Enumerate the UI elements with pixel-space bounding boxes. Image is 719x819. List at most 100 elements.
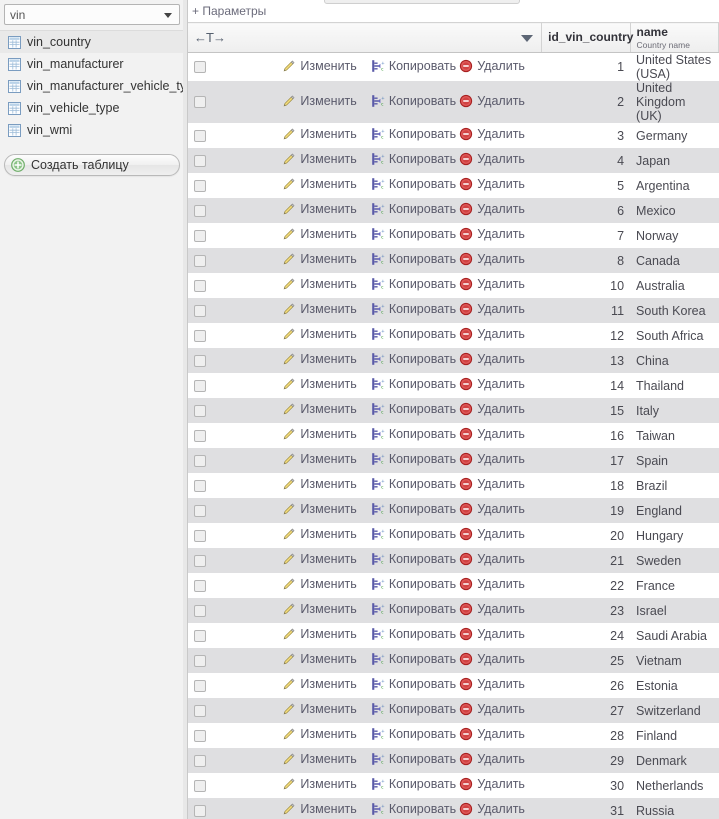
sidebar-table-item[interactable]: vin_wmi <box>0 119 187 141</box>
edit-row-link[interactable]: Изменить <box>282 277 357 291</box>
sort-direction-toggle[interactable]: ←T→ <box>194 30 226 45</box>
row-checkbox[interactable] <box>194 554 206 567</box>
delete-row-link[interactable]: Удалить <box>459 427 525 441</box>
edit-row-link[interactable]: Изменить <box>282 752 357 766</box>
column-header-id[interactable]: id_vin_country <box>541 22 633 53</box>
sidebar-table-item[interactable]: vin_manufacturer_vehicle_ty <box>0 75 187 97</box>
table-row[interactable]: Изменить + c Копировать Удалить 27 Switzer… <box>188 698 719 723</box>
column-header-name[interactable]: name Country name <box>630 22 719 53</box>
row-checkbox[interactable] <box>194 429 206 442</box>
edit-row-link[interactable]: Изменить <box>282 602 357 616</box>
copy-row-link[interactable]: + c Копировать <box>371 94 456 108</box>
copy-row-link[interactable]: + c Копировать <box>371 277 456 291</box>
delete-row-link[interactable]: Удалить <box>459 477 525 491</box>
table-row[interactable]: Изменить + c Копировать Удалить 14 Thailan… <box>188 373 719 398</box>
table-row[interactable]: Изменить + c Копировать Удалить 20 Hungary <box>188 523 719 548</box>
table-row[interactable]: Изменить + c Копировать Удалить 25 Vietnam <box>188 648 719 673</box>
delete-row-link[interactable]: Удалить <box>459 802 525 816</box>
edit-row-link[interactable]: Изменить <box>282 227 357 241</box>
table-row[interactable]: Изменить + c Копировать Удалить 16 Taiwan <box>188 423 719 448</box>
edit-row-link[interactable]: Изменить <box>282 702 357 716</box>
row-checkbox[interactable] <box>194 754 206 767</box>
row-checkbox[interactable] <box>194 179 206 192</box>
row-checkbox[interactable] <box>194 304 206 317</box>
copy-row-link[interactable]: + c Копировать <box>371 127 456 141</box>
row-checkbox[interactable] <box>194 379 206 392</box>
copy-row-link[interactable]: + c Копировать <box>371 802 456 816</box>
edit-row-link[interactable]: Изменить <box>282 59 357 73</box>
edit-row-link[interactable]: Изменить <box>282 202 357 216</box>
row-checkbox[interactable] <box>194 604 206 617</box>
copy-row-link[interactable]: + c Копировать <box>371 302 456 316</box>
table-row[interactable]: Изменить + c Копировать Удалить 29 Denmark <box>188 748 719 773</box>
edit-row-link[interactable]: Изменить <box>282 802 357 816</box>
options-toggle-link[interactable]: + Параметры <box>192 4 266 18</box>
table-row[interactable]: Изменить + c Копировать Удалить 8 Canada <box>188 248 719 273</box>
row-checkbox[interactable] <box>194 96 206 108</box>
table-row[interactable]: Изменить + c Копировать Удалить 11 South K… <box>188 298 719 323</box>
edit-row-link[interactable]: Изменить <box>282 727 357 741</box>
copy-row-link[interactable]: + c Копировать <box>371 552 456 566</box>
table-row[interactable]: Изменить + c Копировать Удалить 10 Austral… <box>188 273 719 298</box>
table-row[interactable]: Изменить + c Копировать Удалить 15 Italy <box>188 398 719 423</box>
copy-row-link[interactable]: + c Копировать <box>371 577 456 591</box>
delete-row-link[interactable]: Удалить <box>459 252 525 266</box>
delete-row-link[interactable]: Удалить <box>459 777 525 791</box>
table-row[interactable]: Изменить + c Копировать Удалить 28 Finland <box>188 723 719 748</box>
delete-row-link[interactable]: Удалить <box>459 502 525 516</box>
copy-row-link[interactable]: + c Копировать <box>371 652 456 666</box>
row-checkbox[interactable] <box>194 254 206 267</box>
table-row[interactable]: Изменить + c Копировать Удалить 4 Japan <box>188 148 719 173</box>
delete-row-link[interactable]: Удалить <box>459 227 525 241</box>
edit-row-link[interactable]: Изменить <box>282 627 357 641</box>
delete-row-link[interactable]: Удалить <box>459 702 525 716</box>
edit-row-link[interactable]: Изменить <box>282 527 357 541</box>
copy-row-link[interactable]: + c Копировать <box>371 252 456 266</box>
edit-row-link[interactable]: Изменить <box>282 502 357 516</box>
edit-row-link[interactable]: Изменить <box>282 427 357 441</box>
table-row[interactable]: Изменить + c Копировать Удалить 1 United S… <box>188 52 719 81</box>
delete-row-link[interactable]: Удалить <box>459 127 525 141</box>
table-row[interactable]: Изменить + c Копировать Удалить 7 Norway <box>188 223 719 248</box>
table-row[interactable]: Изменить + c Копировать Удалить 19 England <box>188 498 719 523</box>
copy-row-link[interactable]: + c Копировать <box>371 402 456 416</box>
row-checkbox[interactable] <box>194 804 206 817</box>
row-checkbox[interactable] <box>194 61 206 73</box>
row-checkbox[interactable] <box>194 129 206 142</box>
edit-row-link[interactable]: Изменить <box>282 352 357 366</box>
table-row[interactable]: Изменить + c Копировать Удалить 2 United K… <box>188 81 719 123</box>
copy-row-link[interactable]: + c Копировать <box>371 627 456 641</box>
create-table-button[interactable]: Создать таблицу <box>4 154 180 176</box>
copy-row-link[interactable]: + c Копировать <box>371 152 456 166</box>
edit-row-link[interactable]: Изменить <box>282 127 357 141</box>
table-row[interactable]: Изменить + c Копировать Удалить 23 Israel <box>188 598 719 623</box>
copy-row-link[interactable]: + c Копировать <box>371 177 456 191</box>
edit-row-link[interactable]: Изменить <box>282 577 357 591</box>
copy-row-link[interactable]: + c Копировать <box>371 502 456 516</box>
row-checkbox[interactable] <box>194 529 206 542</box>
table-row[interactable]: Изменить + c Копировать Удалить 12 South A… <box>188 323 719 348</box>
edit-row-link[interactable]: Изменить <box>282 327 357 341</box>
edit-row-link[interactable]: Изменить <box>282 252 357 266</box>
row-checkbox[interactable] <box>194 629 206 642</box>
table-row[interactable]: Изменить + c Копировать Удалить 13 China <box>188 348 719 373</box>
copy-row-link[interactable]: + c Копировать <box>371 452 456 466</box>
row-checkbox[interactable] <box>194 279 206 292</box>
table-row[interactable]: Изменить + c Копировать Удалить 3 Germany <box>188 123 719 148</box>
copy-row-link[interactable]: + c Копировать <box>371 477 456 491</box>
table-row[interactable]: Изменить + c Копировать Удалить 5 Argentin… <box>188 173 719 198</box>
triangle-down-icon[interactable] <box>521 34 534 42</box>
delete-row-link[interactable]: Удалить <box>459 377 525 391</box>
row-checkbox[interactable] <box>194 154 206 167</box>
row-checkbox[interactable] <box>194 654 206 667</box>
row-checkbox[interactable] <box>194 329 206 342</box>
delete-row-link[interactable]: Удалить <box>459 277 525 291</box>
sidebar-table-item[interactable]: vin_country <box>0 31 187 53</box>
delete-row-link[interactable]: Удалить <box>459 94 525 108</box>
row-checkbox[interactable] <box>194 354 206 367</box>
delete-row-link[interactable]: Удалить <box>459 152 525 166</box>
delete-row-link[interactable]: Удалить <box>459 327 525 341</box>
delete-row-link[interactable]: Удалить <box>459 452 525 466</box>
delete-row-link[interactable]: Удалить <box>459 602 525 616</box>
row-checkbox[interactable] <box>194 679 206 692</box>
